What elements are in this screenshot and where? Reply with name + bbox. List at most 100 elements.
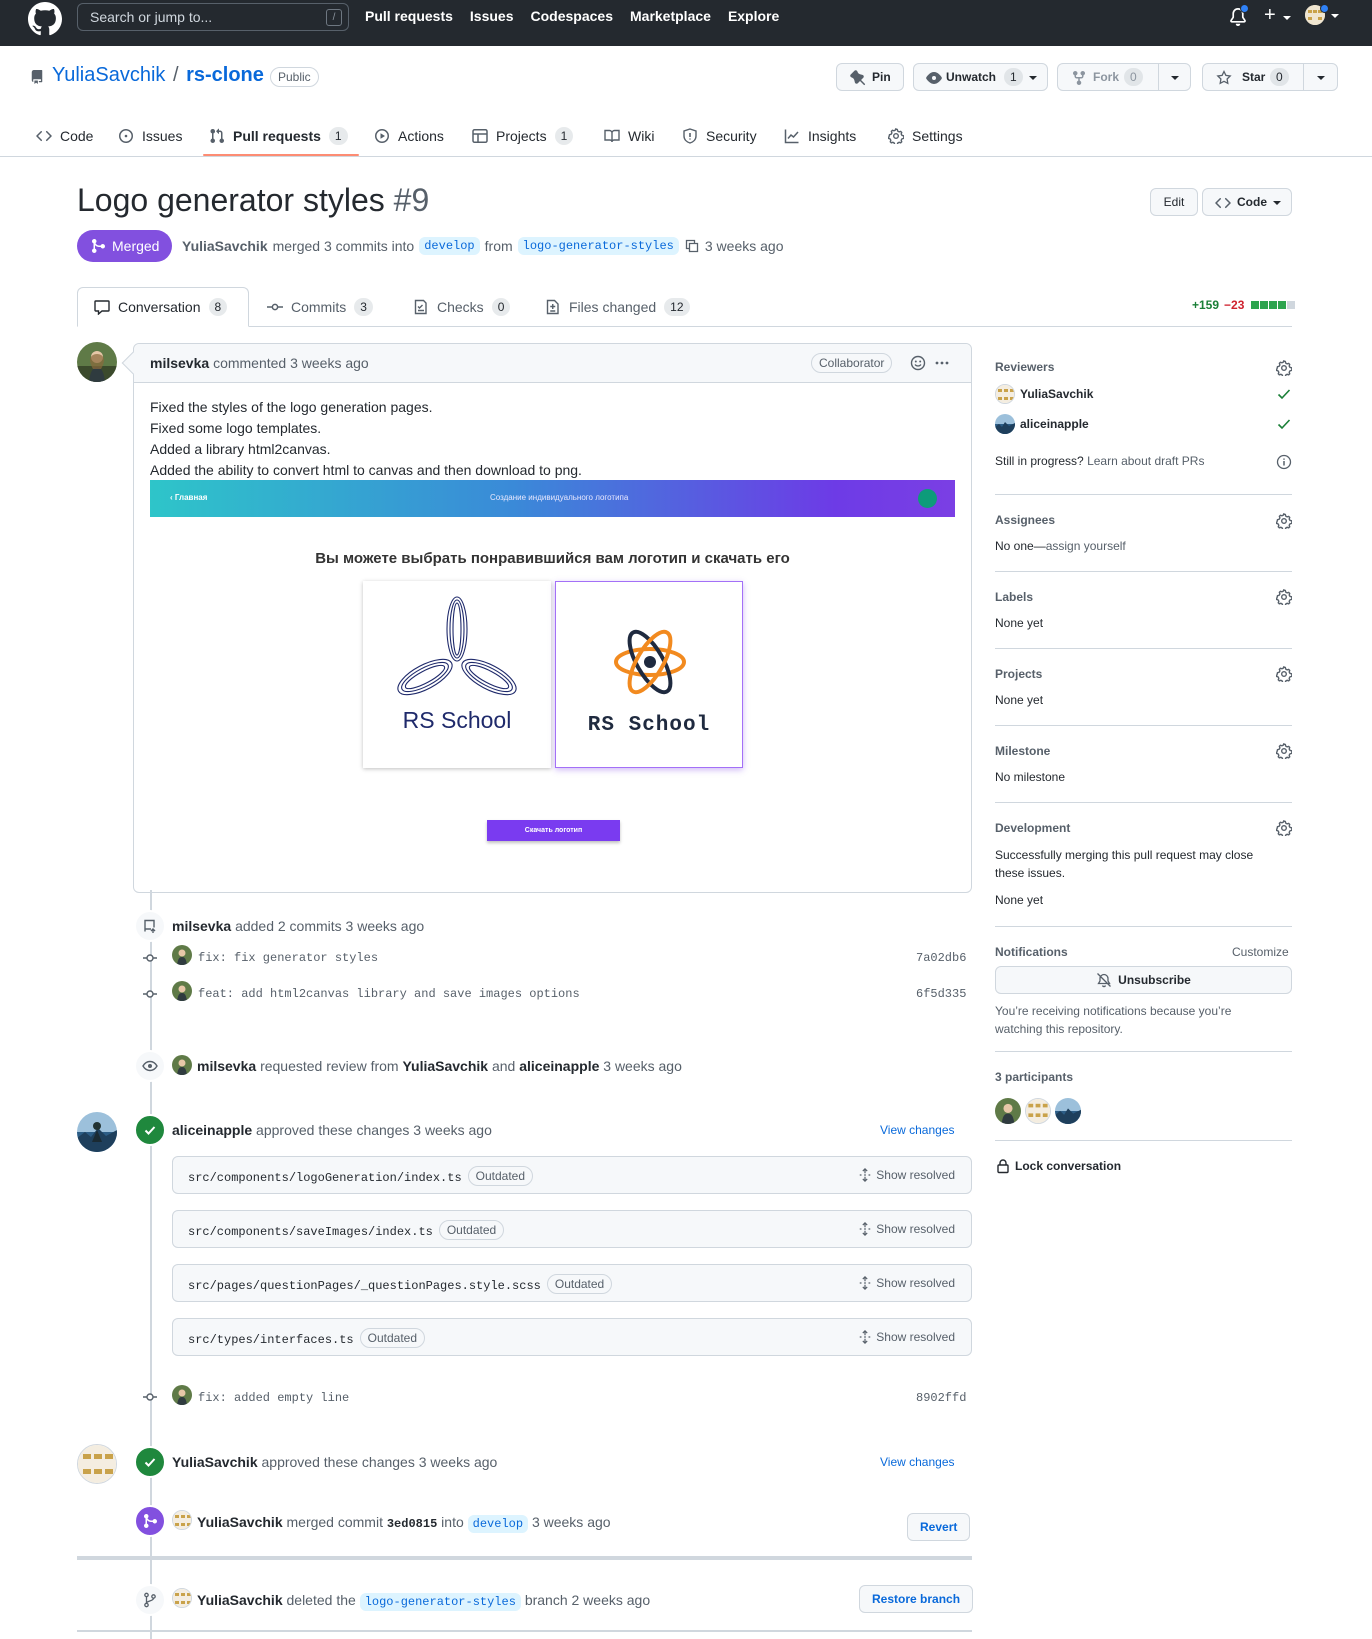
comment-author-link[interactable]: milsevka bbox=[150, 355, 209, 371]
edit-button[interactable]: Edit bbox=[1150, 188, 1198, 216]
tab-insights[interactable]: Insights bbox=[784, 115, 856, 157]
development-heading[interactable]: Development bbox=[995, 821, 1070, 835]
participant-avatar-yuliasavchik[interactable] bbox=[1025, 1098, 1051, 1124]
event-author-link[interactable]: YuliaSavchik bbox=[197, 1592, 283, 1608]
event-author-link[interactable]: YuliaSavchik bbox=[172, 1454, 258, 1470]
avatar-milsevka[interactable] bbox=[172, 1055, 192, 1075]
gear-icon[interactable] bbox=[1276, 820, 1292, 836]
avatar-milsevka[interactable] bbox=[77, 342, 117, 382]
commit-sha-link[interactable]: 6f5d335 bbox=[916, 987, 966, 1001]
pr-author-link[interactable]: YuliaSavchik bbox=[182, 238, 268, 254]
fork-button[interactable]: Fork 0 bbox=[1057, 63, 1191, 91]
avatar-yuliasavchik[interactable] bbox=[77, 1444, 117, 1484]
tab-issues[interactable]: Issues bbox=[118, 115, 182, 157]
commit-sha-link[interactable]: 8902ffd bbox=[916, 1391, 966, 1405]
avatar-milsevka[interactable] bbox=[172, 981, 192, 1001]
avatar-yuliasavchik[interactable] bbox=[995, 384, 1015, 404]
tab-settings[interactable]: Settings bbox=[888, 115, 963, 157]
gear-icon[interactable] bbox=[1276, 743, 1292, 759]
event-author-link[interactable]: milsevka bbox=[172, 918, 231, 934]
assignees-heading[interactable]: Assignees bbox=[995, 513, 1055, 527]
file-path[interactable]: src/components/logoGeneration/index.ts bbox=[188, 1171, 462, 1185]
tab-pull-requests[interactable]: Pull requests 1 bbox=[209, 115, 348, 157]
unsubscribe-button[interactable]: Unsubscribe bbox=[995, 966, 1292, 994]
avatar-yuliasavchik[interactable] bbox=[172, 1510, 192, 1530]
labels-heading[interactable]: Labels bbox=[995, 590, 1033, 604]
avatar-milsevka[interactable] bbox=[172, 945, 192, 965]
tab-security[interactable]: Security bbox=[682, 115, 757, 157]
gear-icon[interactable] bbox=[1276, 513, 1292, 529]
chevron-down-icon[interactable] bbox=[1029, 76, 1037, 80]
resolved-file-row[interactable]: src/types/interfaces.ts Outdated Show res… bbox=[172, 1318, 972, 1356]
tab-conversation[interactable]: Conversation 8 bbox=[77, 287, 249, 327]
avatar-yuliasavchik[interactable] bbox=[172, 1588, 192, 1608]
commit-message-link[interactable]: fix: fix generator styles bbox=[198, 951, 378, 965]
gear-icon[interactable] bbox=[1276, 360, 1292, 376]
repo-owner-link[interactable]: YuliaSavchik bbox=[52, 64, 165, 86]
star-button[interactable]: Star 0 bbox=[1202, 63, 1338, 91]
resolved-file-row[interactable]: src/pages/questionPages/_questionPages.s… bbox=[172, 1264, 972, 1302]
screenshot-image[interactable]: ‹ Главная Создание индивидуального логот… bbox=[150, 480, 955, 850]
github-logo-icon[interactable] bbox=[28, 2, 62, 36]
unwatch-button[interactable]: Unwatch 1 bbox=[913, 63, 1048, 91]
repo-name-link[interactable]: rs-clone bbox=[186, 64, 264, 86]
event-author-link[interactable]: aliceinapple bbox=[172, 1122, 252, 1138]
tab-projects[interactable]: Projects 1 bbox=[472, 115, 574, 157]
revert-button[interactable]: Revert bbox=[907, 1513, 971, 1541]
reviewer-link[interactable]: YuliaSavchik bbox=[402, 1058, 488, 1074]
resolved-file-row[interactable]: src/components/logoGeneration/index.ts Ou… bbox=[172, 1156, 972, 1194]
tab-commits[interactable]: Commits 3 bbox=[267, 287, 373, 327]
file-path[interactable]: src/types/interfaces.ts bbox=[188, 1333, 354, 1347]
view-changes-link[interactable]: View changes bbox=[880, 1455, 955, 1469]
chevron-down-icon[interactable] bbox=[1317, 76, 1325, 80]
file-path[interactable]: src/pages/questionPages/_questionPages.s… bbox=[188, 1279, 541, 1293]
tab-files-changed[interactable]: Files changed 12 bbox=[545, 287, 690, 327]
tab-actions[interactable]: Actions bbox=[374, 115, 444, 157]
participant-avatar-aliceinapple[interactable] bbox=[1055, 1098, 1081, 1124]
show-resolved-button[interactable]: Show resolved bbox=[858, 1222, 955, 1236]
search-input[interactable]: Search or jump to... / bbox=[77, 3, 349, 31]
view-changes-link[interactable]: View changes bbox=[880, 1123, 955, 1137]
avatar-aliceinapple[interactable] bbox=[995, 414, 1015, 434]
draft-prs-link[interactable]: Learn about draft PRs bbox=[1087, 454, 1204, 468]
head-branch[interactable]: logo-generator-styles bbox=[517, 237, 679, 255]
info-icon[interactable] bbox=[1276, 454, 1292, 470]
commit-message-link[interactable]: feat: add html2canvas library and save i… bbox=[198, 987, 580, 1001]
restore-branch-button[interactable]: Restore branch bbox=[859, 1585, 974, 1613]
chevron-down-icon[interactable] bbox=[1171, 76, 1179, 80]
nav-issues[interactable]: Issues bbox=[470, 8, 514, 24]
comment-action[interactable]: commented 3 weeks ago bbox=[213, 355, 369, 371]
resolved-file-row[interactable]: src/components/saveImages/index.ts Outdat… bbox=[172, 1210, 972, 1248]
nav-codespaces[interactable]: Codespaces bbox=[531, 8, 613, 24]
lock-conversation-button[interactable]: Lock conversation bbox=[995, 1158, 1121, 1174]
projects-heading[interactable]: Projects bbox=[995, 667, 1042, 681]
assign-yourself-link[interactable]: assign yourself bbox=[1046, 539, 1126, 553]
merge-commit-sha-link[interactable]: 3ed0815 bbox=[387, 1517, 437, 1531]
file-path[interactable]: src/components/saveImages/index.ts bbox=[188, 1225, 433, 1239]
create-new-icon[interactable]: + bbox=[1264, 4, 1276, 27]
tab-code[interactable]: Code bbox=[36, 115, 93, 157]
nav-explore[interactable]: Explore bbox=[728, 8, 779, 24]
kebab-horizontal-icon[interactable] bbox=[934, 355, 950, 371]
participant-avatar-milsevka[interactable] bbox=[995, 1098, 1021, 1124]
gear-icon[interactable] bbox=[1276, 589, 1292, 605]
nav-pull-requests[interactable]: Pull requests bbox=[365, 8, 453, 24]
commit-sha-link[interactable]: 7a02db6 bbox=[916, 951, 966, 965]
avatar-aliceinapple[interactable] bbox=[77, 1112, 117, 1152]
base-branch[interactable]: develop bbox=[419, 237, 480, 255]
nav-marketplace[interactable]: Marketplace bbox=[630, 8, 711, 24]
tab-checks[interactable]: Checks 0 bbox=[413, 287, 511, 327]
reviewer-link[interactable]: aliceinapple bbox=[1020, 417, 1089, 431]
event-author-link[interactable]: YuliaSavchik bbox=[197, 1514, 283, 1530]
event-author-link[interactable]: milsevka bbox=[197, 1058, 256, 1074]
reviewer-link[interactable]: YuliaSavchik bbox=[1020, 387, 1093, 401]
smiley-icon[interactable] bbox=[910, 355, 926, 371]
avatar-milsevka[interactable] bbox=[172, 1385, 192, 1405]
milestone-heading[interactable]: Milestone bbox=[995, 744, 1050, 758]
pin-button[interactable]: Pin bbox=[836, 63, 904, 91]
code-dropdown-button[interactable]: Code bbox=[1202, 188, 1292, 216]
copy-icon[interactable] bbox=[684, 238, 700, 254]
commit-message-link[interactable]: fix: added empty line bbox=[198, 1391, 349, 1405]
show-resolved-button[interactable]: Show resolved bbox=[858, 1276, 955, 1290]
reviewers-heading[interactable]: Reviewers bbox=[995, 360, 1054, 374]
